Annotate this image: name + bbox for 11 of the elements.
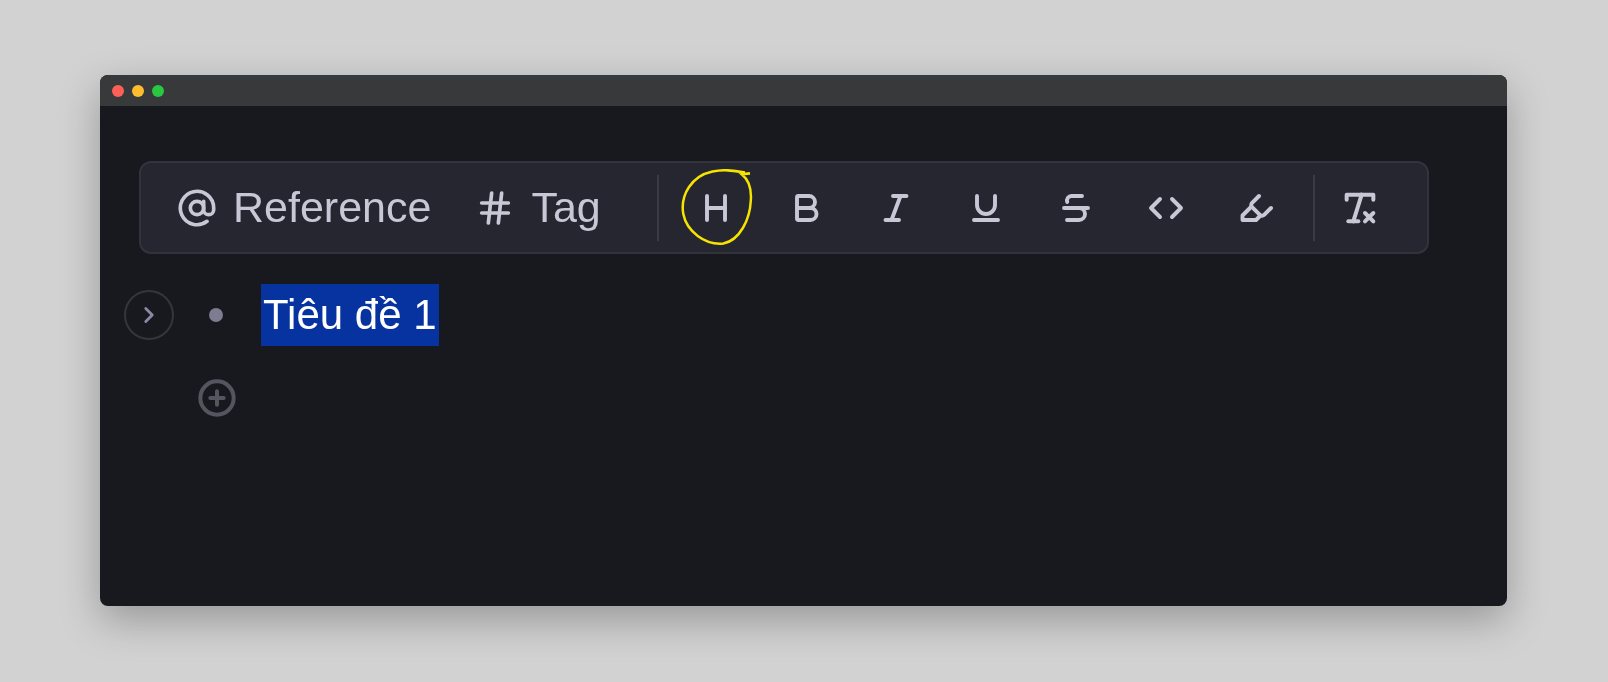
at-sign-icon xyxy=(177,187,217,228)
window-button[interactable] xyxy=(112,84,124,97)
tag-button[interactable]: Tag xyxy=(475,183,601,232)
bullet-dot xyxy=(209,308,223,322)
plus-circle-icon xyxy=(197,378,237,418)
block-text[interactable]: Tiêu đề 1 xyxy=(261,284,439,346)
window-button[interactable] xyxy=(152,84,164,97)
window-button[interactable] xyxy=(132,84,144,97)
reference-button[interactable]: Reference xyxy=(177,183,432,232)
expand-toggle[interactable] xyxy=(124,290,174,340)
add-block-button[interactable] xyxy=(197,378,237,418)
